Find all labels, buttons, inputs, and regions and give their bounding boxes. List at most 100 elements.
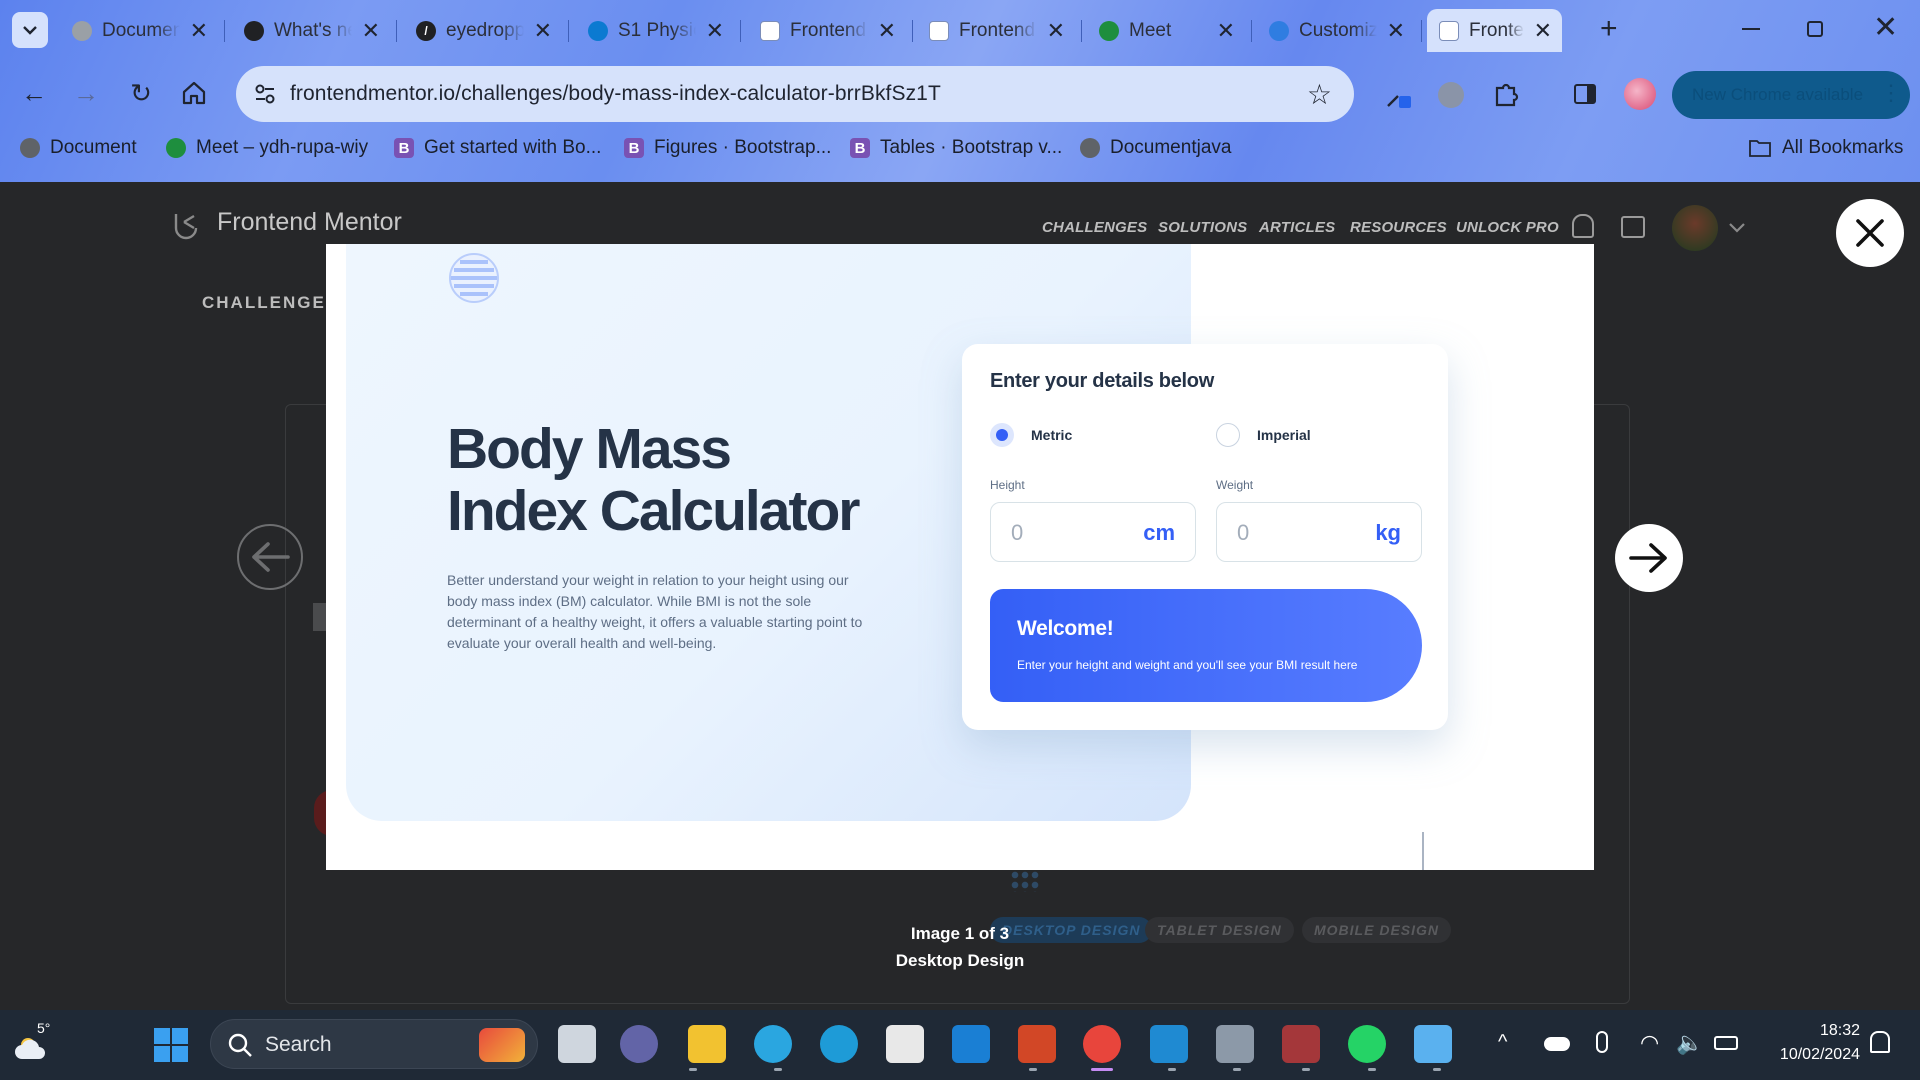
tab-8[interactable]: Frontend Mentor ✕ xyxy=(1427,9,1562,52)
tab-close-icon[interactable]: ✕ xyxy=(1217,19,1235,42)
microphone-icon[interactable] xyxy=(1596,1031,1608,1053)
taskbar-search[interactable]: Search xyxy=(210,1019,538,1069)
address-bar[interactable]: frontendmentor.io/challenges/body-mass-i… xyxy=(236,66,1354,122)
forward-button[interactable]: → xyxy=(72,79,100,107)
fm-logo-icon xyxy=(174,214,198,240)
result-panel xyxy=(990,589,1422,702)
clock-date: 10/02/2024 xyxy=(1779,1046,1860,1063)
tab-search-button[interactable] xyxy=(12,12,48,48)
design-preview-image: Body Mass Index Calculator Better unders… xyxy=(326,244,1594,870)
tab-close-icon[interactable]: ✕ xyxy=(534,19,552,42)
tab-6[interactable]: Meet ✕ xyxy=(1087,9,1245,52)
powerpoint-icon[interactable] xyxy=(1018,1025,1056,1063)
battery-icon[interactable] xyxy=(1714,1036,1738,1050)
home-button[interactable] xyxy=(181,80,207,106)
tab-3[interactable]: S1 Physics ✕ xyxy=(576,9,734,52)
paint-icon[interactable] xyxy=(1414,1025,1452,1063)
tab-close-icon[interactable]: ✕ xyxy=(190,19,208,42)
task-view-icon[interactable] xyxy=(558,1025,596,1063)
tab-separator xyxy=(1251,20,1252,42)
start-button[interactable] xyxy=(154,1028,188,1062)
side-panel-icon[interactable] xyxy=(1574,84,1596,104)
teams-icon[interactable] xyxy=(620,1025,658,1063)
notifications-icon[interactable] xyxy=(1870,1031,1890,1053)
tab-2[interactable]: / eyedropper ✕ xyxy=(404,9,562,52)
bookmark-item[interactable]: Document xyxy=(20,137,137,159)
site-nav-solutions[interactable]: SOLUTIONS xyxy=(1158,219,1247,236)
volume-icon[interactable]: 🔈 xyxy=(1676,1030,1703,1056)
bookmark-item[interactable]: B Get started with Bo... xyxy=(394,137,601,159)
hero-description: Better understand your weight in relatio… xyxy=(447,572,863,651)
site-nav-challenges[interactable]: CHALLENGES xyxy=(1042,219,1147,236)
taskbar-search-label: Search xyxy=(265,1033,332,1056)
bookmark-item[interactable]: B Tables · Bootstrap v... xyxy=(850,137,1062,159)
tab-separator xyxy=(1081,20,1082,42)
metric-radio xyxy=(990,423,1014,447)
bookmark-item[interactable]: B Figures · Bootstrap... xyxy=(624,137,831,159)
bell-icon[interactable] xyxy=(1572,214,1594,238)
profile-avatar[interactable] xyxy=(1624,78,1656,110)
back-button[interactable]: ← xyxy=(20,79,48,107)
chrome-menu-icon[interactable]: ⋮ xyxy=(1880,82,1902,104)
tab-close-icon[interactable]: ✕ xyxy=(706,19,724,42)
image-caption: Desktop Design xyxy=(895,951,1025,970)
new-tab-button[interactable]: + xyxy=(1600,14,1618,44)
bookmark-favicon-icon: B xyxy=(850,138,870,158)
user-avatar[interactable] xyxy=(1672,205,1718,251)
tab-7[interactable]: Customize ✕ xyxy=(1257,9,1415,52)
bookmark-star-icon[interactable]: ☆ xyxy=(1307,78,1332,111)
tab-favicon-icon xyxy=(929,20,949,41)
tab-0[interactable]: Document ✕ xyxy=(60,9,218,52)
store-icon[interactable] xyxy=(886,1025,924,1063)
previous-image-button[interactable] xyxy=(237,524,303,590)
access-icon[interactable] xyxy=(1282,1025,1320,1063)
close-window-button[interactable]: ✕ xyxy=(1873,13,1898,43)
reload-button[interactable]: ↻ xyxy=(127,79,155,107)
myhp-icon[interactable] xyxy=(952,1025,990,1063)
bookmark-item[interactable]: Meet – ydh-rupa-wiy xyxy=(166,137,368,159)
tab-close-icon[interactable]: ✕ xyxy=(1387,19,1405,42)
gift-icon[interactable] xyxy=(1621,216,1645,238)
site-nav-unlock-pro[interactable]: UNLOCK PRO xyxy=(1456,219,1559,236)
edge-icon[interactable] xyxy=(820,1025,858,1063)
site-nav-articles[interactable]: ARTICLES xyxy=(1259,219,1335,236)
tab-close-icon[interactable]: ✕ xyxy=(362,19,380,42)
update-chrome-button[interactable]: New Chrome available xyxy=(1672,71,1910,119)
running-indicator xyxy=(689,1068,697,1071)
all-bookmarks-button[interactable]: All Bookmarks xyxy=(1748,137,1903,159)
next-image-button[interactable] xyxy=(1615,524,1683,592)
height-value: 0 xyxy=(1011,520,1024,545)
chevron-down-icon xyxy=(23,26,37,35)
chrome-icon[interactable] xyxy=(1083,1025,1121,1063)
settings-icon[interactable] xyxy=(1216,1025,1254,1063)
bug-extension-icon[interactable] xyxy=(1438,82,1464,108)
eyedropper-extension-icon[interactable] xyxy=(1384,82,1412,110)
file-explorer-icon[interactable] xyxy=(688,1025,726,1063)
tab-4[interactable]: Frontend Mentor ✕ xyxy=(748,9,906,52)
site-nav-resources[interactable]: RESOURCES xyxy=(1350,219,1447,236)
vscode-icon[interactable] xyxy=(1150,1025,1188,1063)
bookmark-label: Documentjava xyxy=(1110,137,1232,158)
image-counter: Image 1 of 3 xyxy=(910,924,1010,943)
show-hidden-icons[interactable]: ^ xyxy=(1498,1031,1507,1054)
onedrive-icon[interactable] xyxy=(1544,1037,1570,1051)
site-logo-text[interactable]: Frontend Mentor xyxy=(217,208,402,237)
wifi-icon[interactable]: ◠ xyxy=(1640,1030,1659,1056)
tab-close-icon[interactable]: ✕ xyxy=(1534,19,1552,42)
tab-1[interactable]: What's new ✕ xyxy=(232,9,390,52)
tab-favicon-icon xyxy=(1099,20,1119,41)
whatsapp-icon[interactable] xyxy=(1348,1025,1386,1063)
bookmark-item[interactable]: Documentjava xyxy=(1080,137,1231,159)
minimize-button[interactable] xyxy=(1742,28,1760,30)
tab-close-icon[interactable]: ✕ xyxy=(878,19,896,42)
url-text[interactable]: frontendmentor.io/challenges/body-mass-i… xyxy=(290,82,941,106)
avatar-chevron-down-icon[interactable] xyxy=(1728,222,1746,234)
help-icon[interactable] xyxy=(754,1025,792,1063)
restore-button[interactable] xyxy=(1807,21,1823,37)
tab-5[interactable]: Frontend Mentor ✕ xyxy=(917,9,1075,52)
close-lightbox-button[interactable] xyxy=(1836,199,1904,267)
clock[interactable]: 18:32 10/02/2024 xyxy=(1740,1019,1860,1067)
tab-label: Frontend Mentor xyxy=(959,19,1037,41)
extensions-puzzle-icon[interactable] xyxy=(1492,80,1520,108)
tab-close-icon[interactable]: ✕ xyxy=(1047,19,1065,42)
